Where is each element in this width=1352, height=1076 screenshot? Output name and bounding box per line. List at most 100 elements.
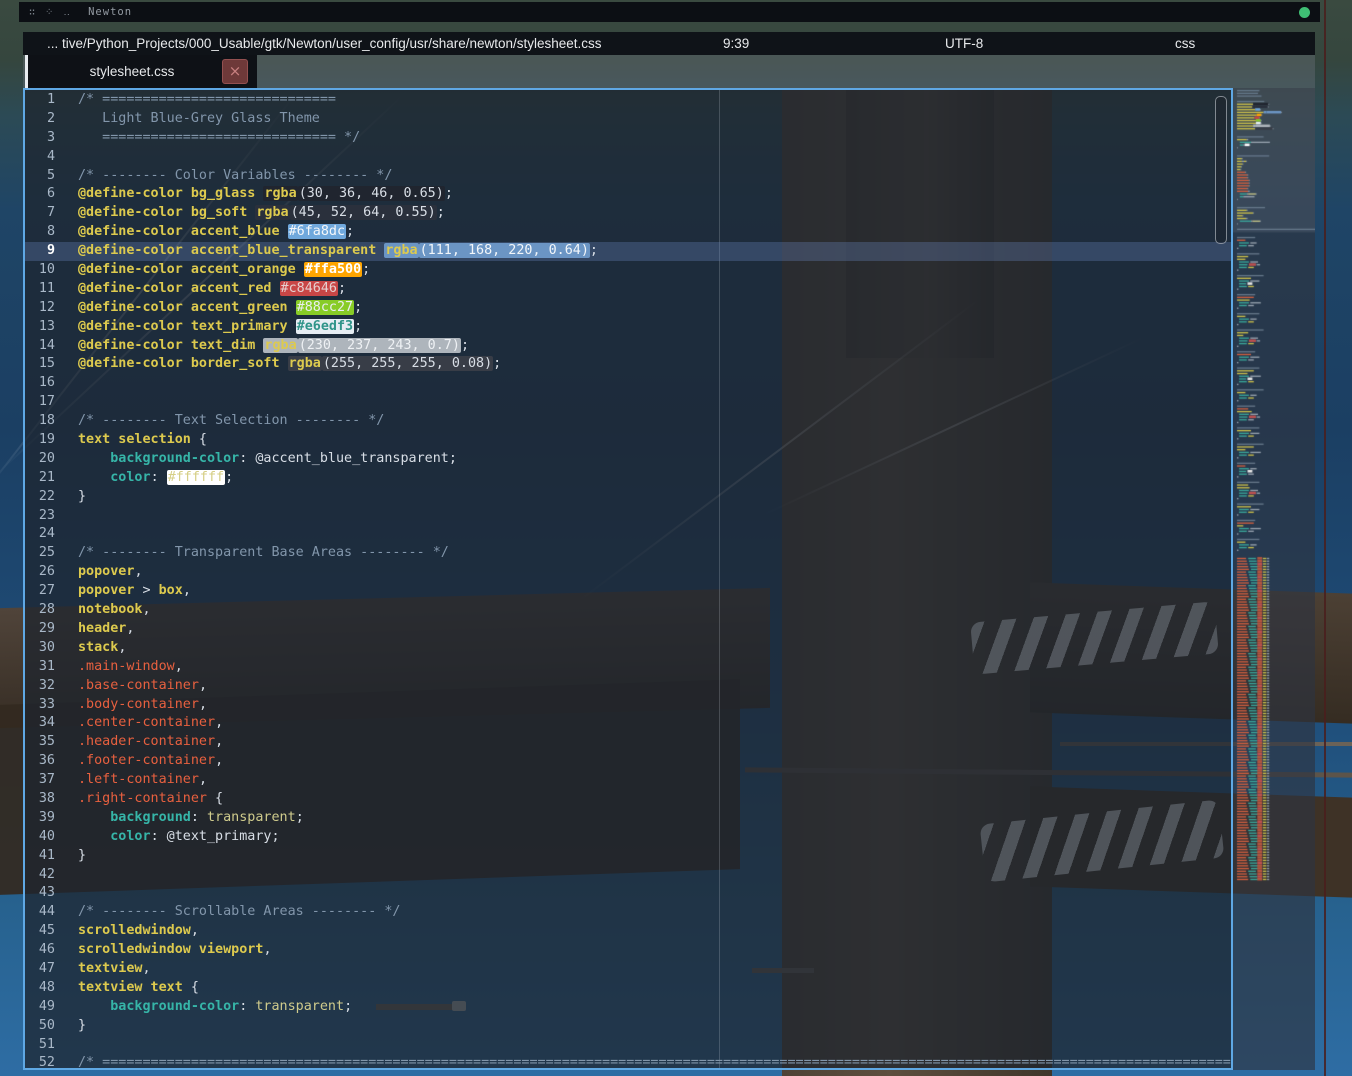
line-number[interactable]: 29: [25, 620, 55, 639]
code-line[interactable]: 40 color: @text_primary;: [25, 828, 1231, 847]
line-number[interactable]: 35: [25, 733, 55, 752]
minimap-panel[interactable]: [1233, 88, 1315, 1070]
line-number[interactable]: 27: [25, 582, 55, 601]
code-line[interactable]: 30stack,: [25, 639, 1231, 658]
line-number[interactable]: 12: [25, 299, 55, 318]
code-line[interactable]: 3 ============================= */: [25, 129, 1231, 148]
line-number[interactable]: 23: [25, 507, 55, 526]
code-line[interactable]: 24: [25, 525, 1231, 544]
code-line[interactable]: 46scrolledwindow viewport,: [25, 941, 1231, 960]
minimap[interactable]: [1233, 88, 1315, 1066]
line-number[interactable]: 17: [25, 393, 55, 412]
code-line[interactable]: 45scrolledwindow,: [25, 922, 1231, 941]
window-button-icon[interactable]: [1299, 7, 1310, 18]
code-line[interactable]: 37.left-container,: [25, 771, 1231, 790]
code-line[interactable]: 48textview text {: [25, 979, 1231, 998]
line-number[interactable]: 44: [25, 903, 55, 922]
line-number[interactable]: 10: [25, 261, 55, 280]
line-number[interactable]: 7: [25, 204, 55, 223]
tab-stylesheet-css[interactable]: stylesheet.css ×: [25, 55, 257, 88]
line-number[interactable]: 20: [25, 450, 55, 469]
code-line[interactable]: 32.base-container,: [25, 677, 1231, 696]
line-number[interactable]: 41: [25, 847, 55, 866]
line-number[interactable]: 31: [25, 658, 55, 677]
line-number[interactable]: 19: [25, 431, 55, 450]
line-number[interactable]: 25: [25, 544, 55, 563]
line-number[interactable]: 28: [25, 601, 55, 620]
code-line[interactable]: 7@define-color bg_soft rgba(45, 52, 64, …: [25, 204, 1231, 223]
code-line[interactable]: 6@define-color bg_glass rgba(30, 36, 46,…: [25, 185, 1231, 204]
code-line[interactable]: 35.header-container,: [25, 733, 1231, 752]
line-number[interactable]: 39: [25, 809, 55, 828]
code-line[interactable]: 20 background-color: @accent_blue_transp…: [25, 450, 1231, 469]
code-line[interactable]: 17: [25, 393, 1231, 412]
line-number[interactable]: 8: [25, 223, 55, 242]
line-number[interactable]: 14: [25, 337, 55, 356]
code-line[interactable]: 1/* =============================: [25, 91, 1231, 110]
code-line[interactable]: 8@define-color accent_blue #6fa8dc;: [25, 223, 1231, 242]
line-number[interactable]: 30: [25, 639, 55, 658]
line-number[interactable]: 38: [25, 790, 55, 809]
line-number[interactable]: 6: [25, 185, 55, 204]
line-number[interactable]: 5: [25, 167, 55, 186]
code-line[interactable]: 31.main-window,: [25, 658, 1231, 677]
code-line[interactable]: 26popover,: [25, 563, 1231, 582]
line-number[interactable]: 26: [25, 563, 55, 582]
code-line[interactable]: 43: [25, 884, 1231, 903]
line-number[interactable]: 3: [25, 129, 55, 148]
line-number[interactable]: 51: [25, 1036, 55, 1055]
code-line[interactable]: 50}: [25, 1017, 1231, 1036]
code-line[interactable]: 44/* -------- Scrollable Areas -------- …: [25, 903, 1231, 922]
code-line[interactable]: 18/* -------- Text Selection -------- */: [25, 412, 1231, 431]
code-line[interactable]: 28notebook,: [25, 601, 1231, 620]
line-number[interactable]: 24: [25, 525, 55, 544]
code-line[interactable]: 2 Light Blue-Grey Glass Theme: [25, 110, 1231, 129]
titlebar[interactable]: ∷ ⁘ ‥ Newton: [19, 2, 1320, 22]
code-line[interactable]: 38.right-container {: [25, 790, 1231, 809]
code-line[interactable]: 51: [25, 1036, 1231, 1055]
code-line[interactable]: 47textview,: [25, 960, 1231, 979]
line-number[interactable]: 45: [25, 922, 55, 941]
code-line[interactable]: 52/* ===================================…: [25, 1054, 1231, 1070]
line-number[interactable]: 47: [25, 960, 55, 979]
code-line[interactable]: 33.body-container,: [25, 696, 1231, 715]
code-line[interactable]: 25/* -------- Transparent Base Areas ---…: [25, 544, 1231, 563]
line-number[interactable]: 2: [25, 110, 55, 129]
line-number[interactable]: 4: [25, 148, 55, 167]
line-number[interactable]: 18: [25, 412, 55, 431]
code-line[interactable]: 39 background: transparent;: [25, 809, 1231, 828]
line-number[interactable]: 43: [25, 884, 55, 903]
code-line[interactable]: 21 color: #ffffff;: [25, 469, 1231, 488]
line-number[interactable]: 22: [25, 488, 55, 507]
line-number[interactable]: 1: [25, 91, 55, 110]
line-number[interactable]: 32: [25, 677, 55, 696]
line-number[interactable]: 13: [25, 318, 55, 337]
code-editor[interactable]: 1/* =============================2 Light…: [23, 88, 1233, 1070]
code-line[interactable]: 5/* -------- Color Variables -------- */: [25, 167, 1231, 186]
code-line[interactable]: 23: [25, 507, 1231, 526]
line-number[interactable]: 16: [25, 374, 55, 393]
line-number[interactable]: 50: [25, 1017, 55, 1036]
line-number[interactable]: 49: [25, 998, 55, 1017]
line-number[interactable]: 21: [25, 469, 55, 488]
line-number[interactable]: 34: [25, 714, 55, 733]
line-number[interactable]: 40: [25, 828, 55, 847]
line-number[interactable]: 36: [25, 752, 55, 771]
code-line[interactable]: 42: [25, 866, 1231, 885]
line-number[interactable]: 37: [25, 771, 55, 790]
line-number[interactable]: 46: [25, 941, 55, 960]
code-line[interactable]: 14@define-color text_dim rgba(230, 237, …: [25, 337, 1231, 356]
code-line[interactable]: 41}: [25, 847, 1231, 866]
code-line[interactable]: 12@define-color accent_green #88cc27;: [25, 299, 1231, 318]
code-line[interactable]: 36.footer-container,: [25, 752, 1231, 771]
line-number[interactable]: 42: [25, 866, 55, 885]
vertical-scrollbar[interactable]: [1215, 96, 1227, 244]
line-number[interactable]: 9: [25, 242, 55, 261]
line-number[interactable]: 11: [25, 280, 55, 299]
code-line[interactable]: 15@define-color border_soft rgba(255, 25…: [25, 355, 1231, 374]
line-number[interactable]: 15: [25, 355, 55, 374]
line-number[interactable]: 33: [25, 696, 55, 715]
code-line[interactable]: 13@define-color text_primary #e6edf3;: [25, 318, 1231, 337]
code-line[interactable]: 19text selection {: [25, 431, 1231, 450]
code-line[interactable]: 4: [25, 148, 1231, 167]
